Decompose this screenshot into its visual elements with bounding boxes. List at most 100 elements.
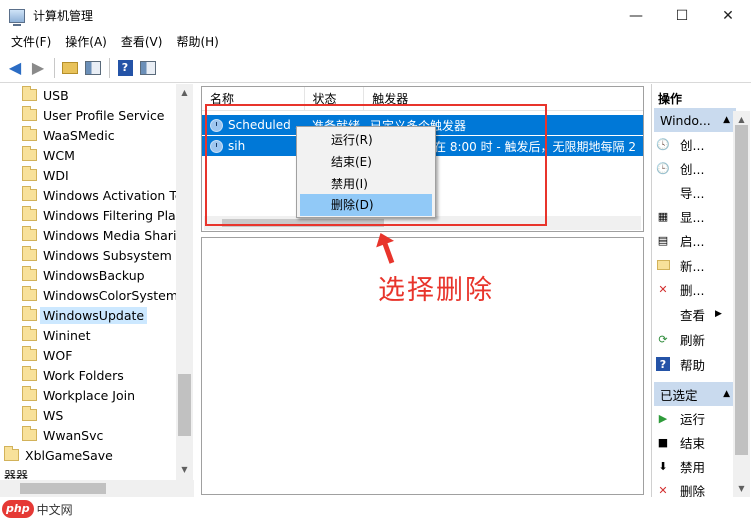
view-icon [656, 307, 670, 321]
action-label: 创... [680, 137, 705, 153]
tree-item-label: Workplace Join [43, 387, 135, 403]
tree-vertical-scrollbar[interactable]: ▲ ▼ [176, 84, 193, 480]
tree-item-label: WindowsUpdate [40, 306, 148, 324]
action-label: 新... [680, 258, 705, 274]
action-disable[interactable]: ⬇ 禁用 [656, 455, 738, 477]
tree-item-label: Windows Media Sharin [43, 227, 185, 243]
menu-file[interactable]: 文件(F) [4, 31, 58, 53]
tree-item[interactable]: Windows Media Sharin [22, 225, 184, 245]
action-label: 查看 [680, 307, 706, 323]
forward-arrow-icon: ▶ [31, 57, 45, 77]
display-running-icon: ▦ [657, 209, 669, 223]
tree-item[interactable]: WwanSvc [22, 425, 103, 445]
tree-item[interactable]: Windows Subsystem Fo [22, 245, 190, 265]
tree-item[interactable]: USB [22, 85, 69, 105]
menu-action[interactable]: 操作(A) [58, 31, 114, 53]
tree-item-label: WOF [43, 347, 73, 363]
tree-item[interactable]: Windows Filtering Platf [22, 205, 185, 225]
actions-section-header-selected[interactable]: 已选定 ▲ [654, 382, 736, 406]
help-icon: ? [117, 59, 133, 76]
delete-icon: ✕ [658, 483, 668, 497]
show-hide-tree-icon [85, 60, 101, 75]
tree-item-label: XblGameSave [25, 447, 113, 463]
tree-item[interactable]: Wininet [22, 325, 90, 345]
tree-item[interactable]: WCM [22, 145, 75, 165]
tree-item[interactable]: WindowsBackup [22, 265, 145, 285]
minimize-button[interactable]: — [613, 0, 659, 31]
action-delete[interactable]: ✕ 删除 [656, 479, 738, 498]
create-basic-task-icon: 🕓 [656, 137, 670, 151]
scroll-thumb[interactable] [20, 483, 106, 494]
action-label: 帮助 [680, 357, 706, 373]
back-button[interactable]: ◀ [4, 57, 26, 79]
menu-view[interactable]: 查看(V) [114, 31, 170, 53]
folder-icon [22, 386, 37, 401]
section-header-label: Windo... [660, 112, 711, 128]
action-refresh[interactable]: ⟳ 刷新 [656, 328, 738, 350]
action-import[interactable]: 导... [656, 181, 738, 203]
tree-item[interactable]: User Profile Service [22, 105, 165, 125]
tree-item-label: WDI [43, 167, 69, 183]
folder-icon [22, 226, 37, 241]
action-delete-folder[interactable]: ✕ 删... [656, 278, 738, 300]
scroll-thumb[interactable] [178, 374, 191, 436]
help-button[interactable]: ? [114, 57, 136, 79]
action-run[interactable]: ▶ 运行 [656, 407, 738, 429]
action-label: 删除 [680, 483, 706, 498]
folder-icon [22, 286, 37, 301]
folder-icon [22, 406, 37, 421]
action-create-task[interactable]: 🕒 创... [656, 157, 738, 179]
collapse-icon: ▲ [723, 115, 730, 125]
close-button[interactable]: ✕ [705, 0, 751, 31]
tree-item[interactable]: Work Folders [22, 365, 124, 385]
tree-item[interactable]: WDI [22, 165, 69, 185]
folder-icon [22, 86, 37, 101]
up-one-level-button[interactable] [59, 57, 81, 79]
tree-item-label: Windows Filtering Platf [43, 207, 186, 223]
tree-item-label: WwanSvc [43, 427, 104, 443]
action-display-running[interactable]: ▦ 显... [656, 205, 738, 227]
submenu-arrow-icon: ▶ [715, 309, 722, 319]
menu-help[interactable]: 帮助(H) [169, 31, 225, 53]
action-create-basic-task[interactable]: 🕓 创... [656, 133, 738, 155]
tree-item[interactable]: Workplace Join [22, 385, 135, 405]
tree-item-label: USB [43, 87, 69, 103]
scroll-up-icon[interactable]: ▲ [176, 84, 193, 101]
action-end[interactable]: ■ 结束 [656, 431, 738, 453]
tree-item[interactable]: WOF [22, 345, 72, 365]
import-icon [656, 185, 670, 199]
properties-panel-button[interactable] [137, 57, 159, 79]
scroll-down-icon[interactable]: ▼ [176, 461, 193, 478]
annotation-arrow-icon [376, 232, 395, 264]
scroll-thumb[interactable] [735, 125, 748, 455]
action-new-folder[interactable]: 新... [656, 254, 738, 276]
tree-item-label: WaaSMedic [43, 127, 115, 143]
action-view[interactable]: 查看 ▶ [656, 303, 738, 325]
tree-item-windowsupdate[interactable]: WindowsUpdate [22, 305, 148, 325]
folder-icon [22, 346, 37, 361]
show-hide-tree-button[interactable] [82, 57, 104, 79]
folder-icon [22, 426, 37, 441]
tree-item-label: Work Folders [43, 367, 124, 383]
tree-item-label: WindowsBackup [43, 267, 145, 283]
maximize-button[interactable]: ☐ [659, 0, 705, 31]
console-tree: USB User Profile Service WaaSMedic WCM W… [0, 84, 194, 484]
action-help[interactable]: ? 帮助 [656, 353, 738, 375]
back-arrow-icon: ◀ [8, 57, 22, 77]
tree-item[interactable]: WS [22, 405, 63, 425]
actions-vertical-scrollbar[interactable]: ▲ ▼ [733, 111, 750, 497]
enable-history-icon: ▤ [657, 233, 669, 247]
forward-button[interactable]: ▶ [27, 57, 49, 79]
tree-item[interactable]: Windows Activation Tec [22, 185, 189, 205]
tree-horizontal-scrollbar[interactable] [0, 480, 194, 497]
actions-section-header-windows[interactable]: Windo... ▲ [654, 108, 736, 132]
tree-item[interactable]: XblGameSave [4, 445, 113, 465]
tree-item[interactable]: WaaSMedic [22, 125, 115, 145]
tree-item[interactable]: WindowsColorSystem [22, 285, 178, 305]
folder-icon [22, 246, 37, 261]
action-enable-history[interactable]: ▤ 启... [656, 229, 738, 251]
scroll-down-icon[interactable]: ▼ [733, 480, 750, 497]
tree-item-partial[interactable]: 器器 [4, 467, 28, 479]
watermark-text: 中文网 [36, 500, 73, 518]
new-folder-icon [656, 258, 670, 272]
